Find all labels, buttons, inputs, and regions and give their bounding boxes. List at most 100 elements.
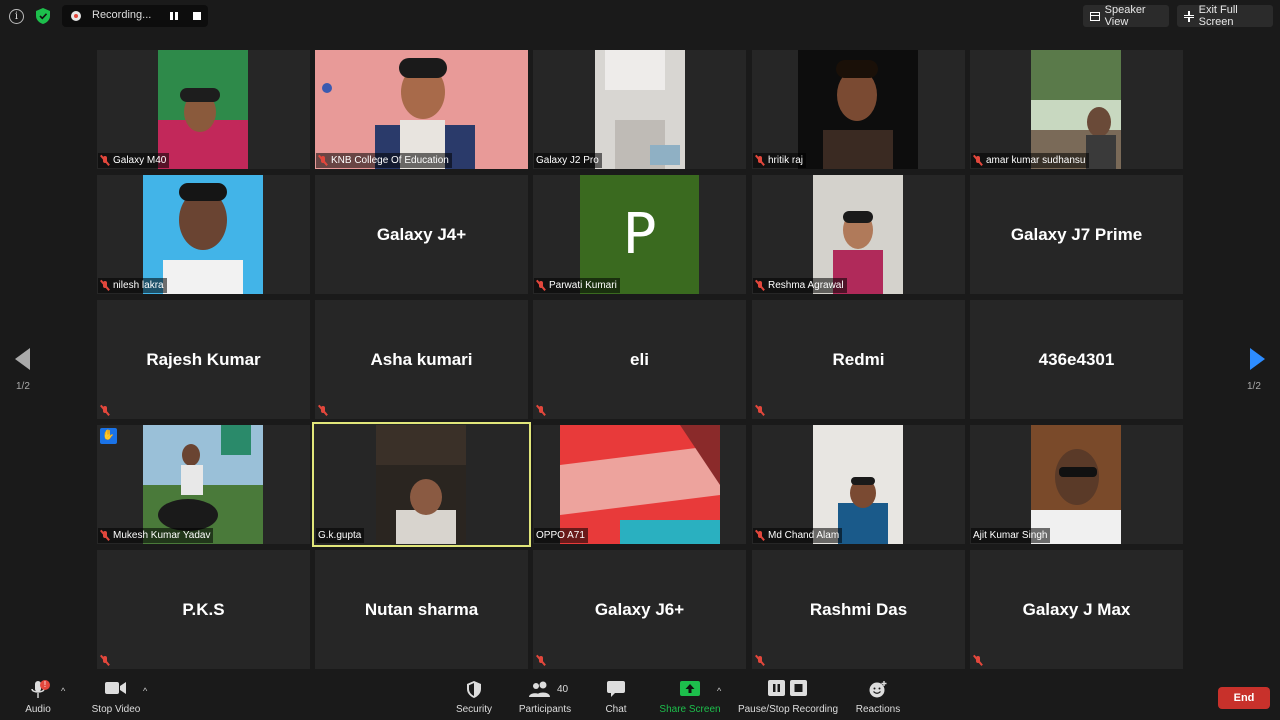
participant-name-label: OPPO A71 <box>534 528 588 543</box>
audio-button[interactable]: ! Audio <box>18 672 58 720</box>
security-label: Security <box>455 704 493 715</box>
participant-tile[interactable]: 436e4301 <box>970 300 1183 419</box>
share-options-caret-icon[interactable]: ^ <box>717 686 721 696</box>
participant-tile[interactable]: Galaxy J4+ <box>315 175 528 294</box>
previous-page-arrow-icon[interactable] <box>15 348 30 370</box>
participant-tile[interactable]: P Parwati Kumari <box>533 175 746 294</box>
share-screen-button[interactable]: Share Screen <box>656 672 724 720</box>
participant-tile[interactable]: Md Chand Alam <box>752 425 965 544</box>
muted-mic-icon <box>755 655 765 666</box>
pause-stop-recording-label: Pause/Stop Recording <box>737 704 839 715</box>
participant-name-label: Mukesh Kumar Yadav <box>98 528 214 543</box>
participant-name: Ajit Kumar Singh <box>973 530 1048 541</box>
participant-video <box>813 175 903 294</box>
chat-label: Chat <box>605 704 627 715</box>
speaker-view-label: Speaker View <box>1104 4 1146 28</box>
chat-button[interactable]: Chat <box>598 672 634 720</box>
info-icon[interactable]: i <box>9 9 24 24</box>
muted-mic-icon <box>536 405 546 416</box>
muted-mic-icon <box>536 280 546 291</box>
participant-tile[interactable]: Galaxy M40 <box>97 50 310 169</box>
stop-recording-icon[interactable] <box>193 12 201 20</box>
participant-display-name: Rajesh Kumar <box>146 350 261 369</box>
participant-name-label: hritik raj <box>753 153 807 168</box>
pause-stop-recording-icon <box>768 680 807 696</box>
reactions-smiley-icon <box>869 681 887 698</box>
participant-tile[interactable]: Reshma Agrawal <box>752 175 965 294</box>
participant-tile[interactable]: OPPO A71 <box>533 425 746 544</box>
muted-mic-icon <box>755 405 765 416</box>
participant-tile[interactable]: Galaxy J7 Prime <box>970 175 1183 294</box>
pause-stop-recording-button[interactable]: Pause/Stop Recording <box>736 672 840 720</box>
participant-video <box>315 50 528 169</box>
stop-video-label: Stop Video <box>91 704 141 715</box>
speaker-view-button[interactable]: Speaker View <box>1083 4 1169 28</box>
stop-video-button[interactable]: Stop Video <box>88 672 144 720</box>
participant-tile[interactable]: Rashmi Das <box>752 550 965 669</box>
participant-display-name: Redmi <box>832 350 885 369</box>
participant-tile[interactable]: KNB College Of Education <box>315 50 528 169</box>
participant-video <box>143 425 263 544</box>
participant-tile[interactable]: Galaxy J2 Pro <box>533 50 746 169</box>
participant-name-label: Galaxy M40 <box>98 153 170 168</box>
participant-name: Md Chand Alam <box>768 530 840 541</box>
participant-tile[interactable]: P.K.S <box>97 550 310 669</box>
participant-avatar: P <box>580 175 699 294</box>
participant-tile[interactable]: Asha kumari <box>315 300 528 419</box>
participant-tile[interactable]: Ajit Kumar Singh <box>970 425 1183 544</box>
participant-tile[interactable]: Galaxy J Max <box>970 550 1183 669</box>
participants-count: 40 <box>557 684 569 695</box>
participant-name-label: nilesh lakra <box>98 278 167 293</box>
meeting-toolbar: ! Audio ^ Stop Video ^ Security 40 Parti… <box>0 672 1280 720</box>
page-indicator-right: 1/2 <box>1247 381 1261 392</box>
encryption-shield-icon[interactable] <box>36 8 50 24</box>
participant-display-name: 436e4301 <box>1038 350 1115 369</box>
participant-display-name: Galaxy J7 Prime <box>1010 225 1143 244</box>
participant-name: hritik raj <box>768 155 804 166</box>
page-indicator-left: 1/2 <box>16 381 30 392</box>
muted-mic-icon <box>755 530 765 541</box>
end-meeting-button[interactable]: End <box>1218 687 1270 709</box>
participant-video <box>158 50 248 169</box>
participant-video <box>560 425 720 544</box>
muted-mic-icon <box>100 655 110 666</box>
reactions-button[interactable]: Reactions <box>854 672 902 720</box>
muted-mic-icon <box>536 655 546 666</box>
participant-tile[interactable]: amar kumar sudhansu <box>970 50 1183 169</box>
participant-name: nilesh lakra <box>113 280 164 291</box>
next-page-arrow-icon[interactable] <box>1250 348 1265 370</box>
reactions-label: Reactions <box>855 704 901 715</box>
exit-full-screen-label: Exit Full Screen <box>1198 4 1238 28</box>
muted-mic-icon <box>318 155 328 166</box>
participant-tile[interactable]: eli <box>533 300 746 419</box>
participant-tile[interactable]: nilesh lakra <box>97 175 310 294</box>
pause-recording-icon[interactable] <box>170 12 179 20</box>
participant-tile[interactable]: Nutan sharma <box>315 550 528 669</box>
muted-mic-icon <box>973 655 983 666</box>
participant-name-label: Galaxy J2 Pro <box>534 153 602 168</box>
participant-display-name: P.K.S <box>182 600 225 619</box>
participant-tile[interactable]: Redmi <box>752 300 965 419</box>
speaker-view-icon <box>1090 11 1100 21</box>
participant-name: Reshma Agrawal <box>768 280 844 291</box>
participant-name-label: Parwati Kumari <box>534 278 620 293</box>
participant-name: amar kumar sudhansu <box>986 155 1086 166</box>
participant-video <box>376 425 466 544</box>
participant-name: Mukesh Kumar Yadav <box>113 530 211 541</box>
participant-tile[interactable]: ✋ Mukesh Kumar Yadav <box>97 425 310 544</box>
exit-full-screen-button[interactable]: Exit Full Screen <box>1177 4 1273 28</box>
chat-bubble-icon <box>607 681 625 697</box>
recording-status-text: Recording... <box>92 9 152 21</box>
active-speaker-tile[interactable]: G.k.gupta <box>312 422 531 547</box>
participant-tile[interactable]: Galaxy J6+ <box>533 550 746 669</box>
participant-display-name: Galaxy J6+ <box>594 600 685 619</box>
participant-tile[interactable]: hritik raj <box>752 50 965 169</box>
participant-video <box>813 425 903 544</box>
security-button[interactable]: Security <box>452 672 496 720</box>
participant-tile[interactable]: Rajesh Kumar <box>97 300 310 419</box>
muted-mic-icon <box>100 405 110 416</box>
video-options-caret-icon[interactable]: ^ <box>143 686 147 696</box>
participants-button[interactable]: 40 Participants <box>514 672 576 720</box>
participants-icon <box>529 681 551 697</box>
audio-options-caret-icon[interactable]: ^ <box>61 686 65 696</box>
